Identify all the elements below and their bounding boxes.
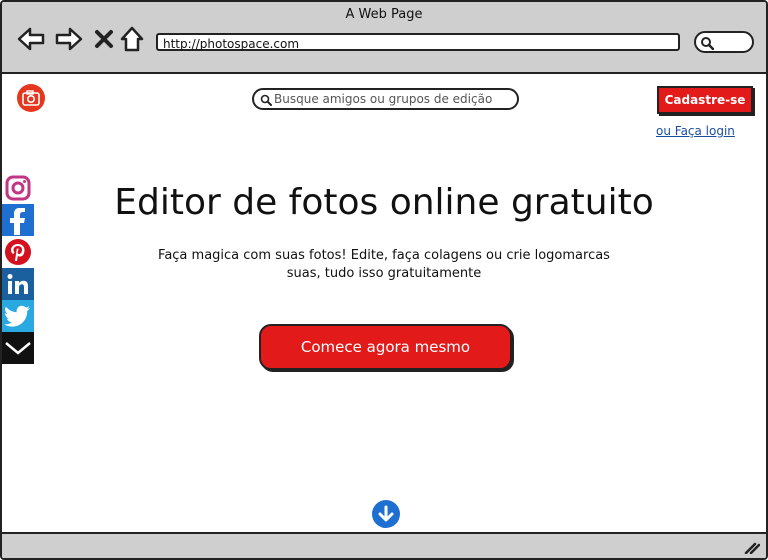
search-icon <box>701 37 714 50</box>
scroll-down-button[interactable] <box>372 500 400 528</box>
stop-icon[interactable] <box>90 24 120 54</box>
forward-icon[interactable] <box>54 24 84 54</box>
chevron-down-icon <box>5 342 31 355</box>
hero-description-line-2: suas, tudo isso gratuitamente <box>286 266 482 281</box>
signup-button[interactable]: Cadastre-se <box>657 86 753 114</box>
page-content: Cadastre-se ou Faça login <box>2 74 766 532</box>
friends-search-box[interactable] <box>252 88 519 110</box>
hero-description-line-1: Faça magica com suas fotos! Edite, faça … <box>158 248 610 263</box>
browser-window: A Web Page http://photospace.com Busque … <box>0 0 768 560</box>
linkedin-button[interactable] <box>2 268 34 300</box>
linkedin-icon <box>7 274 28 294</box>
twitter-icon <box>4 305 30 327</box>
home-icon[interactable] <box>118 24 148 54</box>
start-now-button[interactable]: Comece agora mesmo <box>259 324 512 370</box>
page-title: Editor de fotos online gratuito <box>114 182 654 223</box>
twitter-button[interactable] <box>2 300 34 332</box>
browser-toolbar: A Web Page http://photospace.com <box>2 2 766 74</box>
login-link[interactable]: ou Faça login <box>656 124 735 138</box>
arrow-down-icon <box>378 505 394 522</box>
resize-grip-icon[interactable] <box>744 542 760 554</box>
share-more-button[interactable] <box>2 332 34 364</box>
camera-icon <box>22 90 40 106</box>
address-bar[interactable]: http://photospace.com <box>156 33 680 51</box>
browser-status-bar <box>2 532 766 558</box>
back-icon[interactable] <box>16 24 46 54</box>
window-title: A Web Page <box>345 7 423 22</box>
search-icon <box>260 94 272 106</box>
pinterest-icon <box>5 239 31 265</box>
hero-description: Faça magica com suas fotos! Edite, faça … <box>142 247 626 283</box>
friends-search-input[interactable] <box>274 91 509 107</box>
browser-search-field[interactable] <box>694 31 754 53</box>
site-logo[interactable] <box>17 84 45 112</box>
pinterest-button[interactable] <box>2 236 34 268</box>
